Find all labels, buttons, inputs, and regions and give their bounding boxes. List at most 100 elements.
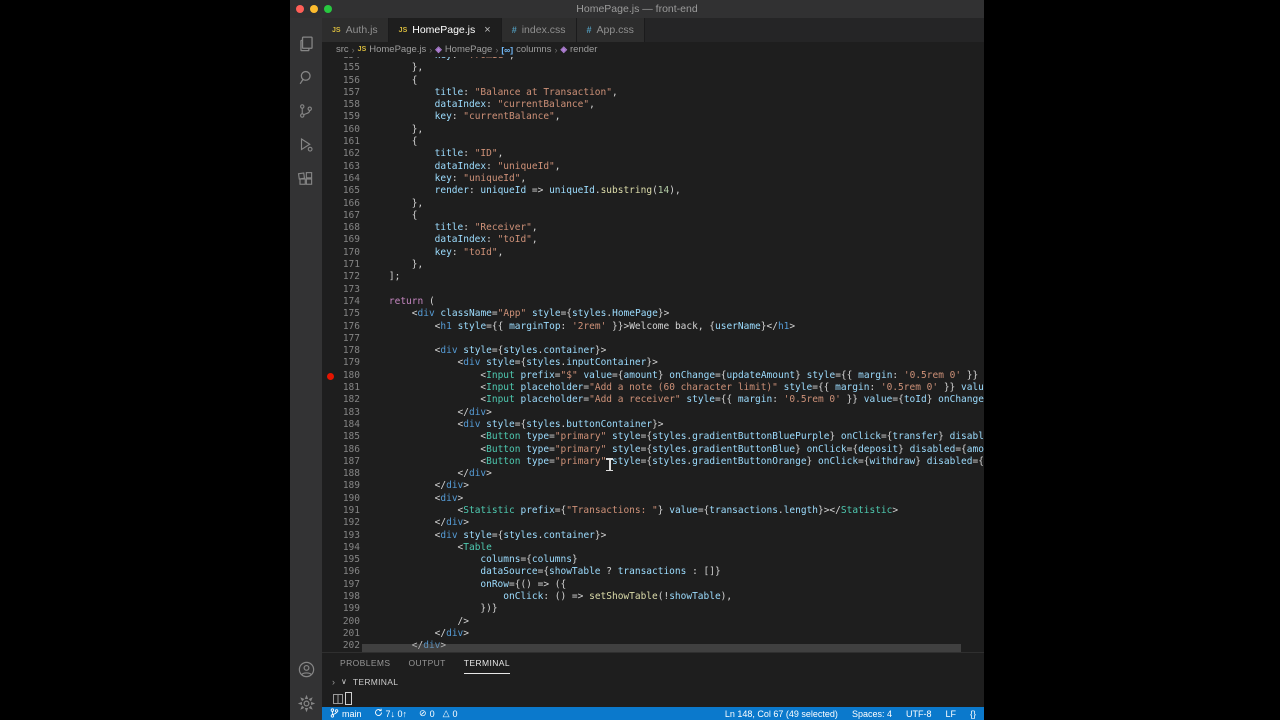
code-line[interactable]: 190 <div> xyxy=(322,493,984,505)
account-icon[interactable] xyxy=(290,652,322,686)
line-number[interactable]: 185 xyxy=(322,431,360,443)
line-number[interactable]: 156 xyxy=(322,75,360,87)
tab-homepage-js[interactable]: JS HomePage.js × xyxy=(388,18,502,42)
code-line[interactable]: 180 <Input prefix="$" value={amount} onC… xyxy=(322,370,984,382)
sync-status[interactable]: 7↓ 0↑ xyxy=(374,708,407,719)
line-number[interactable]: 202 xyxy=(322,640,360,652)
line-number[interactable]: 179 xyxy=(322,357,360,369)
line-number[interactable]: 173 xyxy=(322,284,360,296)
tab-index-css[interactable]: # index.css xyxy=(501,18,577,42)
line-number[interactable]: 192 xyxy=(322,517,360,529)
code-editor[interactable]: 154 key: "fromId",155 },156 {157 title: … xyxy=(322,57,984,652)
breadcrumb-item-columns[interactable]: [∞] columns xyxy=(501,44,551,55)
code-line[interactable]: 174 return ( xyxy=(322,296,984,308)
line-number[interactable]: 191 xyxy=(322,505,360,517)
code-line[interactable]: 198 onClick: () => setShowTable(!showTab… xyxy=(322,591,984,603)
line-number[interactable]: 177 xyxy=(322,333,360,345)
code-line[interactable]: 155 }, xyxy=(322,62,984,74)
line-number[interactable]: 157 xyxy=(322,87,360,99)
tab-app-css[interactable]: # App.css xyxy=(576,18,645,42)
code-line[interactable]: 157 title: "Balance at Transaction", xyxy=(322,87,984,99)
code-line[interactable]: 178 <div style={styles.container}> xyxy=(322,345,984,357)
line-number[interactable]: 160 xyxy=(322,124,360,136)
code-line[interactable]: 168 title: "Receiver", xyxy=(322,222,984,234)
problems-status[interactable]: ⊘ 0 △ 0 xyxy=(419,708,458,719)
maximize-window-button[interactable] xyxy=(324,5,332,13)
code-line[interactable]: 176 <h1 style={{ marginTop: '2rem' }}>We… xyxy=(322,321,984,333)
code-line[interactable]: 166 }, xyxy=(322,198,984,210)
code-line[interactable]: 187 <Button type="primary" style={styles… xyxy=(322,456,984,468)
line-number[interactable]: 168 xyxy=(322,222,360,234)
line-number[interactable]: 164 xyxy=(322,173,360,185)
breadcrumb-item-src[interactable]: src xyxy=(336,44,349,55)
line-number[interactable]: 183 xyxy=(322,407,360,419)
code-line[interactable]: 199 })} xyxy=(322,603,984,615)
close-window-button[interactable] xyxy=(296,5,304,13)
code-line[interactable]: 171 }, xyxy=(322,259,984,271)
code-line[interactable]: 172 ]; xyxy=(322,271,984,283)
code-line[interactable]: 186 <Button type="primary" style={styles… xyxy=(322,444,984,456)
code-line[interactable]: 193 <div style={styles.container}> xyxy=(322,530,984,542)
terminal-content[interactable] xyxy=(322,689,984,707)
code-line[interactable]: 158 dataIndex: "currentBalance", xyxy=(322,99,984,111)
line-number[interactable]: 182 xyxy=(322,394,360,406)
code-line[interactable]: 201 </div> xyxy=(322,628,984,640)
code-line[interactable]: 194 <Table xyxy=(322,542,984,554)
language-mode-status[interactable]: {} xyxy=(970,709,976,719)
code-line[interactable]: 200 /> xyxy=(322,616,984,628)
code-line[interactable]: 183 </div> xyxy=(322,407,984,419)
split-terminal-icon[interactable] xyxy=(333,691,343,709)
code-line[interactable]: 179 <div style={styles.inputContainer}> xyxy=(322,357,984,369)
cursor-position-status[interactable]: Ln 148, Col 67 (49 selected) xyxy=(725,709,838,719)
source-control-icon[interactable] xyxy=(290,94,322,128)
tab-auth-js[interactable]: JS Auth.js xyxy=(322,18,389,42)
line-number[interactable]: 161 xyxy=(322,136,360,148)
code-line[interactable]: 165 render: uniqueId => uniqueId.substri… xyxy=(322,185,984,197)
code-line[interactable]: 192 </div> xyxy=(322,517,984,529)
line-number[interactable]: 201 xyxy=(322,628,360,640)
line-number[interactable]: 200 xyxy=(322,616,360,628)
horizontal-scrollbar[interactable] xyxy=(362,644,980,652)
code-line[interactable]: 163 dataIndex: "uniqueId", xyxy=(322,161,984,173)
code-line[interactable]: 188 </div> xyxy=(322,468,984,480)
line-number[interactable]: 172 xyxy=(322,271,360,283)
minimize-window-button[interactable] xyxy=(310,5,318,13)
line-number[interactable]: 170 xyxy=(322,247,360,259)
git-branch-status[interactable]: main xyxy=(330,707,362,720)
code-line[interactable]: 167 { xyxy=(322,210,984,222)
code-line[interactable]: 184 <div style={styles.buttonContainer}> xyxy=(322,419,984,431)
line-number[interactable]: 158 xyxy=(322,99,360,111)
line-number[interactable]: 198 xyxy=(322,591,360,603)
line-number[interactable]: 178 xyxy=(322,345,360,357)
code-line[interactable]: 195 columns={columns} xyxy=(322,554,984,566)
line-number[interactable]: 155 xyxy=(322,62,360,74)
code-line[interactable]: 169 dataIndex: "toId", xyxy=(322,234,984,246)
code-line[interactable]: 170 key: "toId", xyxy=(322,247,984,259)
encoding-status[interactable]: UTF-8 xyxy=(906,709,932,719)
code-line[interactable]: 189 </div> xyxy=(322,480,984,492)
line-number[interactable]: 181 xyxy=(322,382,360,394)
breadcrumb-item-render[interactable]: ◈ render xyxy=(560,44,597,55)
line-number[interactable]: 187 xyxy=(322,456,360,468)
code-line[interactable]: 196 dataSource={showTable ? transactions… xyxy=(322,566,984,578)
line-number[interactable]: 163 xyxy=(322,161,360,173)
run-debug-icon[interactable] xyxy=(290,128,322,162)
line-number[interactable]: 159 xyxy=(322,111,360,123)
line-number[interactable]: 184 xyxy=(322,419,360,431)
extensions-icon[interactable] xyxy=(290,162,322,196)
code-line[interactable]: 156 { xyxy=(322,75,984,87)
code-line[interactable]: 162 title: "ID", xyxy=(322,148,984,160)
breadcrumb-item-homepage-js[interactable]: JS HomePage.js xyxy=(358,44,427,55)
code-line[interactable]: 177 xyxy=(322,333,984,345)
code-line[interactable]: 164 key: "uniqueId", xyxy=(322,173,984,185)
settings-gear-icon[interactable] xyxy=(290,686,322,720)
line-number[interactable]: 199 xyxy=(322,603,360,615)
line-number[interactable]: 194 xyxy=(322,542,360,554)
panel-tab-terminal[interactable]: TERMINAL xyxy=(463,653,510,674)
line-number[interactable]: 174 xyxy=(322,296,360,308)
code-line[interactable]: 185 <Button type="primary" style={styles… xyxy=(322,431,984,443)
line-number[interactable]: 165 xyxy=(322,185,360,197)
horizontal-scrollbar-thumb[interactable] xyxy=(362,644,962,652)
code-line[interactable]: 182 <Input placeholder="Add a receiver" … xyxy=(322,394,984,406)
line-number[interactable]: 162 xyxy=(322,148,360,160)
